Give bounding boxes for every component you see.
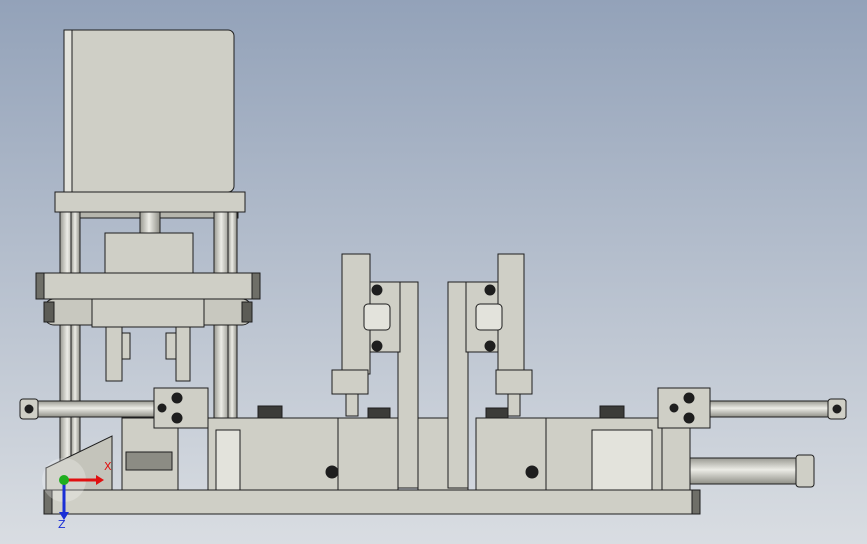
- right-clamp-block[interactable]: [661, 423, 691, 491]
- bolt-head: [171, 412, 183, 424]
- gripper-column[interactable]: [397, 281, 419, 489]
- bolt-head: [157, 403, 167, 413]
- lower-cylinder-rod[interactable]: [689, 457, 803, 485]
- bushing-left-dark: [43, 301, 55, 323]
- bolt-head: [683, 392, 695, 404]
- punch-finger-right[interactable]: [175, 326, 191, 382]
- left-clamp-spring: [125, 451, 173, 471]
- platen-bushing-right: [251, 272, 261, 300]
- right-cylinder-port: [832, 404, 842, 414]
- body-segment-right-slot: [591, 429, 653, 491]
- gripper-window: [475, 303, 503, 331]
- gripper-window: [363, 303, 391, 331]
- bolt-head: [371, 340, 383, 352]
- fitting-stack: [367, 407, 391, 419]
- gripper-finger[interactable]: [345, 393, 359, 417]
- base-plate-end-right: [691, 489, 701, 515]
- punch-holder[interactable]: [91, 298, 205, 328]
- bushing-right-dark: [241, 301, 253, 323]
- bolt-head: [325, 465, 339, 479]
- lower-cylinder-cap: [795, 454, 815, 488]
- body-segment-left-slot: [215, 429, 241, 491]
- punch-finger-right-tip: [165, 332, 177, 360]
- punch-finger-left[interactable]: [105, 326, 123, 382]
- spindle[interactable]: [139, 211, 161, 237]
- motor-housing-edge: [63, 29, 73, 193]
- body-segment-center-right[interactable]: [475, 417, 547, 491]
- motor-housing[interactable]: [63, 29, 235, 193]
- bolt-head: [484, 340, 496, 352]
- left-cylinder-port: [24, 404, 34, 414]
- punch-finger-left-tip: [121, 332, 131, 360]
- bolt-head: [484, 284, 496, 296]
- fitting-stack: [485, 407, 509, 419]
- platen-bushing-left: [35, 272, 45, 300]
- gripper-column[interactable]: [447, 281, 469, 489]
- cad-graphics-viewport[interactable]: X Z: [0, 0, 867, 544]
- y-axis-dot: [59, 475, 69, 485]
- base-plate[interactable]: [43, 489, 701, 515]
- x-axis-label: X: [104, 460, 112, 473]
- top-plate[interactable]: [54, 191, 246, 213]
- fitting-stack: [257, 405, 283, 419]
- gripper-finger[interactable]: [507, 393, 521, 417]
- body-segment-center-left[interactable]: [337, 417, 399, 491]
- bolt-head: [525, 465, 539, 479]
- bolt-head: [171, 392, 183, 404]
- bolt-head: [371, 284, 383, 296]
- fitting-stack: [599, 405, 625, 419]
- bolt-head: [683, 412, 695, 424]
- guide-column-left-inner[interactable]: [70, 211, 81, 491]
- bolt-head: [669, 403, 679, 413]
- right-clamp-top[interactable]: [657, 387, 711, 429]
- gripper-jaw[interactable]: [495, 369, 533, 395]
- left-cylinder-rod[interactable]: [21, 400, 157, 418]
- gripper-jaw[interactable]: [331, 369, 369, 395]
- moving-platen[interactable]: [35, 272, 261, 300]
- z-axis-label: Z: [58, 518, 66, 531]
- right-cylinder-rod[interactable]: [705, 400, 847, 418]
- assembly-drawing[interactable]: X Z: [0, 0, 867, 544]
- spindle-block[interactable]: [104, 232, 194, 274]
